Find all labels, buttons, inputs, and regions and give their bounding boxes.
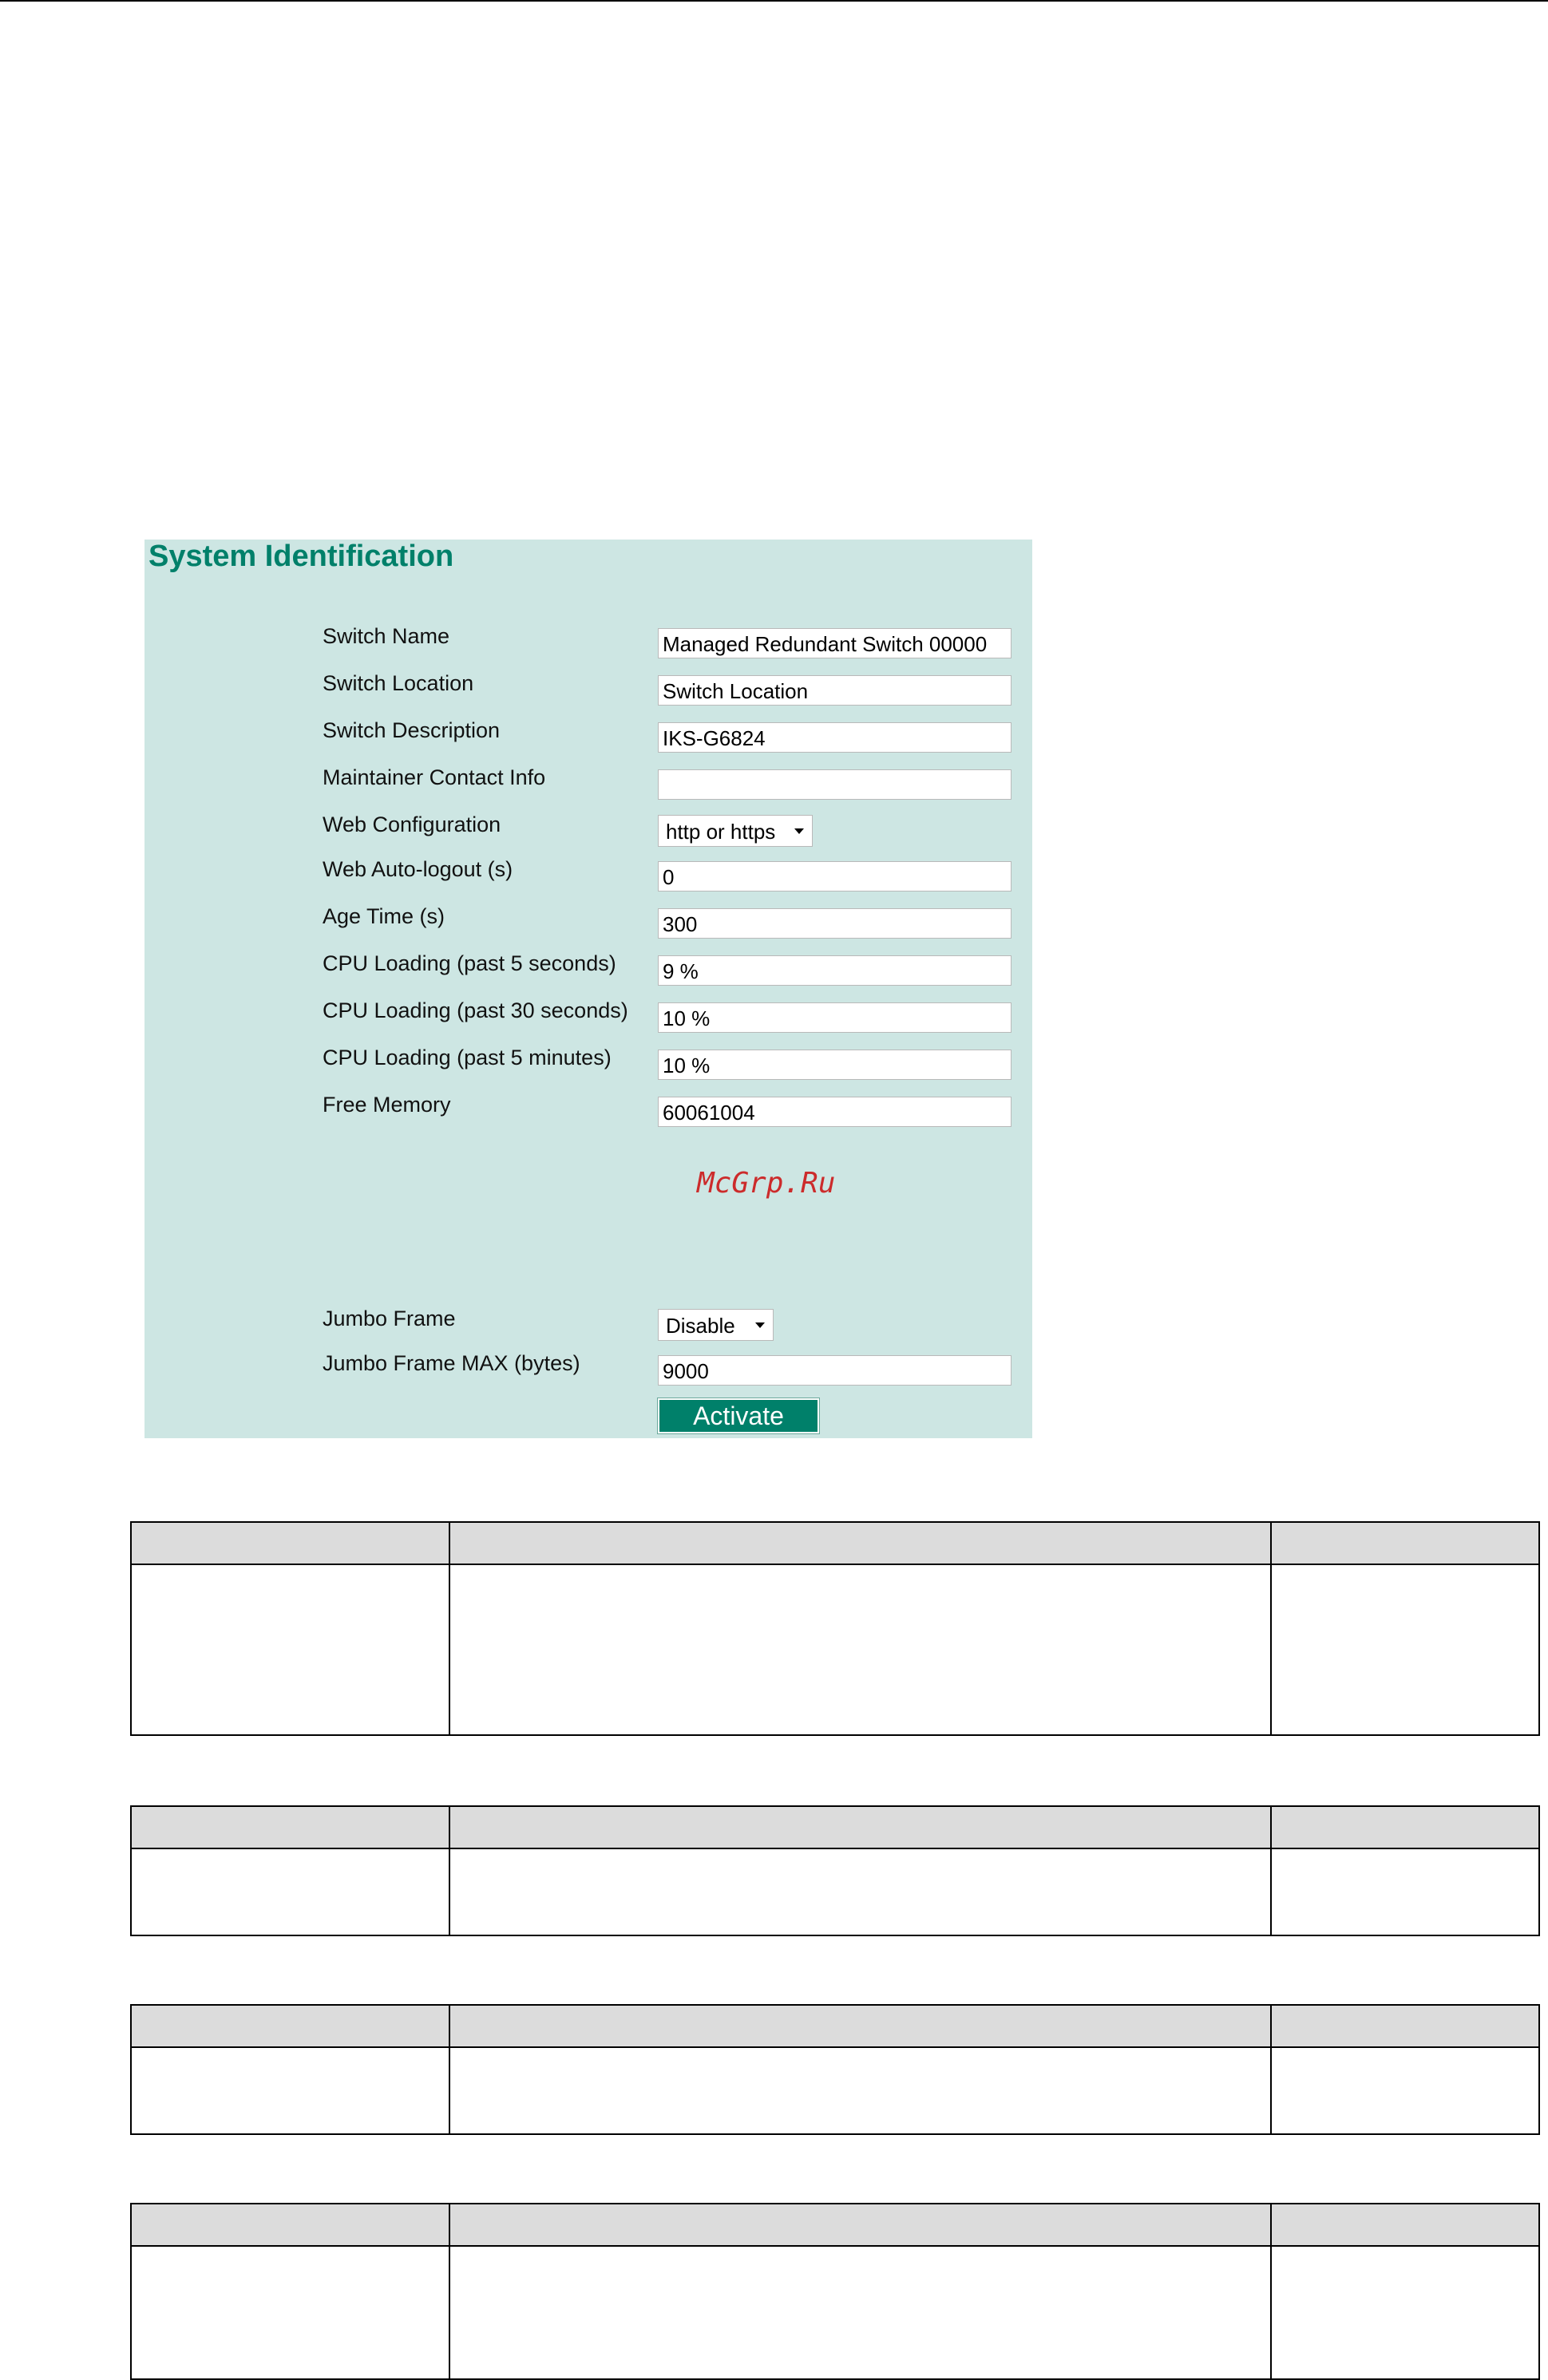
free-memory-label: Free Memory [323, 1093, 451, 1117]
table-row [132, 2247, 1538, 2380]
chevron-down-icon [794, 828, 804, 834]
cpu-loading-30s-input[interactable]: 10 % [658, 1002, 1012, 1033]
table-header-row [132, 1523, 1538, 1565]
column-divider [1270, 1565, 1272, 1734]
cpu-loading-5min-label: CPU Loading (past 5 minutes) [323, 1046, 612, 1069]
column-divider [449, 1523, 450, 1564]
activate-button[interactable]: Activate [657, 1398, 820, 1434]
column-divider [449, 1849, 450, 1935]
panel-title: System Identification [148, 540, 454, 573]
web-configuration-value: http or https [666, 820, 776, 844]
web-configuration-label: Web Configuration [323, 812, 501, 836]
column-divider [1270, 1523, 1272, 1564]
table-header-row [132, 1807, 1538, 1849]
jumbo-frame-max-label: Jumbo Frame MAX (bytes) [323, 1351, 580, 1375]
cpu-loading-30s-label: CPU Loading (past 30 seconds) [323, 998, 628, 1022]
column-divider [1270, 2006, 1272, 2046]
table-row [132, 1849, 1538, 1935]
column-divider [449, 2247, 450, 2378]
web-auto-logout-input[interactable]: 0 [658, 861, 1012, 892]
cpu-loading-5s-input[interactable]: 9 % [658, 955, 1012, 986]
jumbo-frame-select[interactable]: Disable [658, 1309, 774, 1341]
maintainer-contact-label: Maintainer Contact Info [323, 765, 546, 789]
column-divider [449, 1565, 450, 1734]
chevron-down-icon [755, 1322, 765, 1328]
switch-description-label: Switch Description [323, 718, 501, 742]
age-time-input[interactable]: 300 [658, 908, 1012, 939]
column-divider [1270, 2204, 1272, 2245]
web-configuration-select[interactable]: http or https [658, 815, 813, 847]
column-divider [449, 2048, 450, 2133]
settings-table-4 [130, 2203, 1540, 2380]
jumbo-frame-max-input[interactable]: 9000 [658, 1355, 1012, 1386]
settings-table-3 [130, 2004, 1540, 2135]
table-row [132, 1565, 1538, 1734]
maintainer-contact-input[interactable] [658, 769, 1012, 800]
switch-description-input[interactable]: IKS-G6824 [658, 722, 1012, 753]
table-header-row [132, 2006, 1538, 2048]
table-header-row [132, 2204, 1538, 2247]
jumbo-frame-value: Disable [666, 1314, 735, 1338]
column-divider [449, 2006, 450, 2046]
table-row [132, 2048, 1538, 2133]
age-time-label: Age Time (s) [323, 904, 445, 928]
switch-name-label: Switch Name [323, 624, 450, 648]
cpu-loading-5s-label: CPU Loading (past 5 seconds) [323, 951, 616, 975]
column-divider [1270, 2048, 1272, 2133]
column-divider [1270, 1849, 1272, 1935]
watermark-text: McGrp.Ru [697, 1167, 836, 1200]
switch-location-label: Switch Location [323, 671, 474, 695]
web-auto-logout-label: Web Auto-logout (s) [323, 857, 513, 881]
switch-name-input[interactable]: Managed Redundant Switch 00000 [658, 628, 1012, 658]
cpu-loading-5min-input[interactable]: 10 % [658, 1050, 1012, 1080]
system-identification-panel: System Identification Switch Name Manage… [145, 540, 1032, 1438]
column-divider [1270, 1807, 1272, 1848]
column-divider [1270, 2247, 1272, 2378]
switch-location-input[interactable]: Switch Location [658, 675, 1012, 706]
free-memory-input[interactable]: 60061004 [658, 1097, 1012, 1127]
column-divider [449, 1807, 450, 1848]
settings-table-2 [130, 1805, 1540, 1936]
jumbo-frame-label: Jumbo Frame [323, 1307, 456, 1330]
column-divider [449, 2204, 450, 2245]
page-top-rule [0, 0, 1548, 2]
settings-table-1 [130, 1521, 1540, 1736]
